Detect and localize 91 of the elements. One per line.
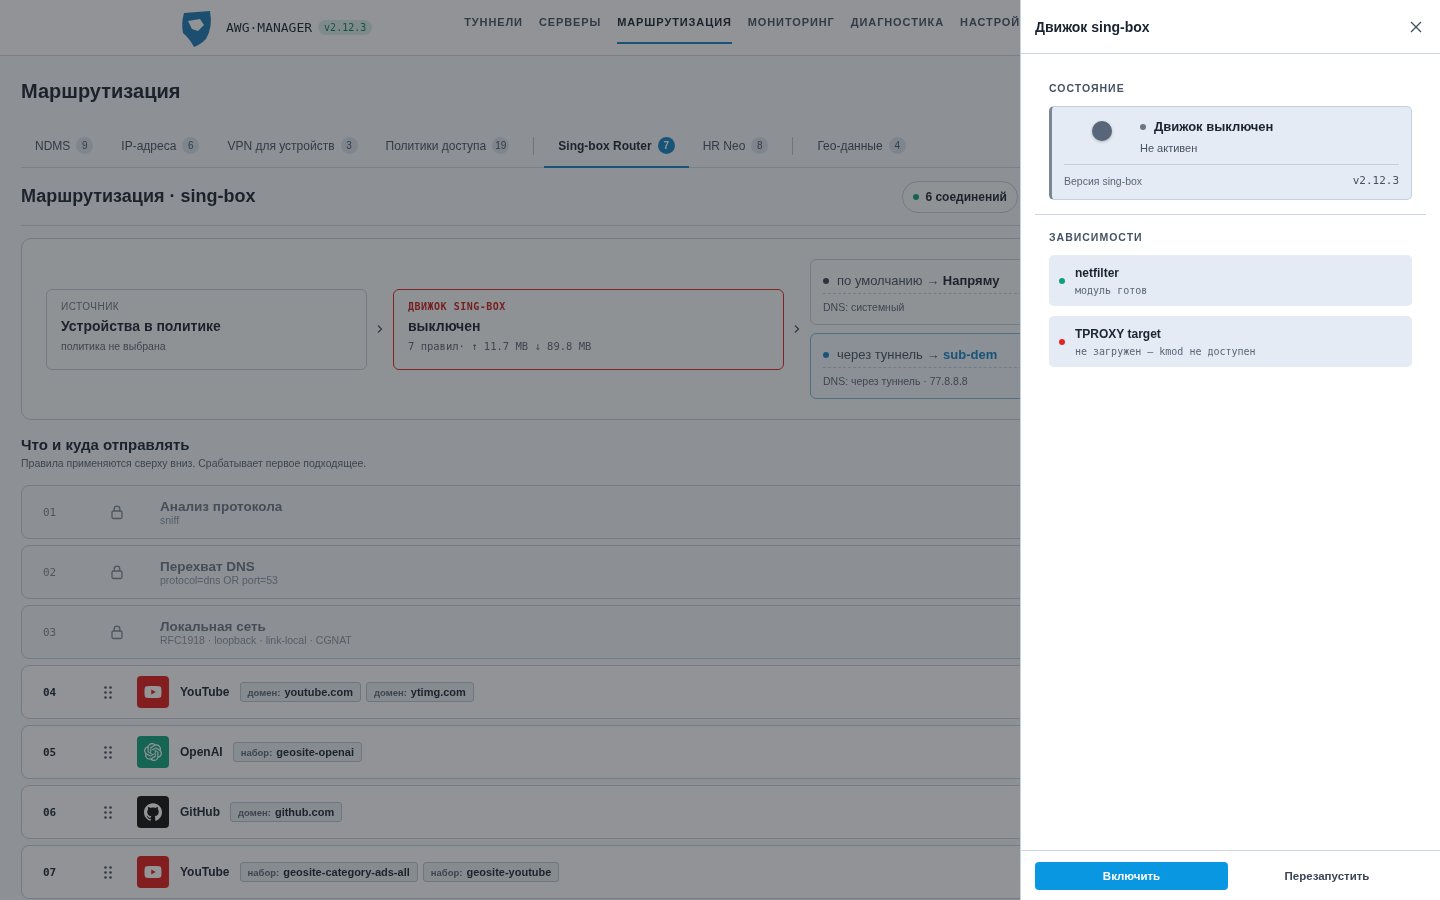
brand-name: AWG·MANAGER (226, 20, 313, 35)
card-note: политика не выбрана (61, 339, 167, 352)
card-stats: 7 правил· ↑ 11.7 MB ↓ 89.8 MB (408, 339, 593, 352)
lock-icon (109, 504, 125, 520)
rule-title: Локальная сеть (160, 618, 267, 634)
section-title: Маршрутизация · sing-box (21, 186, 256, 207)
route-dot (823, 351, 829, 358)
rule-row[interactable]: 06 GitHub домен: github.com (21, 785, 1020, 839)
tab[interactable]: NDMS 9 (21, 125, 108, 168)
nav-link[interactable]: ДИАГНОСТИКА (850, 0, 945, 44)
tab[interactable]: Sing-box Router 7 (544, 125, 689, 168)
count-badge: 3 (340, 137, 358, 154)
play-icon (137, 856, 169, 888)
service-name: GitHub (180, 805, 220, 819)
card-title: выключен (408, 317, 482, 334)
match-tag: домен: github.com (230, 802, 343, 822)
count-badge: 7 (657, 137, 675, 154)
version-value: v2.12.3 (1352, 174, 1399, 187)
section-heading: СОСТОЯНИЕ (1049, 82, 1126, 94)
nav-link[interactable]: НАСТРОЙ (960, 0, 1020, 44)
card-label: ИСТОЧНИК (61, 300, 121, 312)
page-title: Маршрутизация (21, 80, 182, 103)
status-title: Движок выключен (1154, 119, 1274, 134)
count-badge: 8 (751, 137, 769, 154)
rule-number: 07 (43, 865, 58, 879)
rules-title: Что и куда отправлять (21, 436, 191, 453)
tab[interactable]: HR Neo 8 (688, 125, 783, 168)
dns-note: DNS: через туннель · 77.8.8.8 (823, 375, 969, 387)
drag-handle-icon[interactable] (104, 805, 112, 819)
match-tag: набор: geosite-openai (232, 742, 362, 762)
card-label: ДВИЖОК SING-BOX (408, 300, 507, 312)
tab[interactable]: Гео-данные 4 (803, 125, 920, 168)
rule-title: Перехват DNS (160, 558, 256, 574)
service-name: YouTube (180, 685, 230, 699)
count-badge: 9 (76, 137, 94, 154)
rule-row[interactable]: 05 OpenAI набор: geosite-openai (21, 725, 1020, 779)
nav-link[interactable]: СЕРВЕРЫ (538, 0, 602, 44)
route-text: по умолчанию → Напряму (837, 273, 1000, 288)
count-badge: 6 (182, 137, 200, 154)
tab[interactable]: VPN для устройств 3 (213, 125, 372, 168)
section-heading: ЗАВИСИМОСТИ (1049, 231, 1144, 243)
rule-row[interactable]: 07 YouTube набор: geosite-category-ads-all набор: geosite-youtube (21, 845, 1020, 899)
rule-number: 01 (43, 505, 58, 519)
lock-icon (109, 624, 125, 640)
service-name: YouTube (180, 865, 230, 879)
count-badge: 4 (888, 137, 906, 154)
nav-link[interactable]: МОНИТОРИНГ (747, 0, 835, 44)
dependency-name: TPROXY target (1075, 326, 1162, 341)
version-badge: v2.12.3 (318, 20, 373, 35)
drawer-title: Движок sing-box (1035, 18, 1150, 35)
rule-number: 06 (43, 805, 58, 819)
rule-title: Анализ протокола (160, 498, 283, 514)
rule-number: 03 (43, 625, 58, 639)
rule-row[interactable]: 04 YouTube домен: youtube.com домен: ytimg.com (21, 665, 1020, 719)
rule-number: 02 (43, 565, 58, 579)
match-tag: набор: geosite-category-ads-all (239, 862, 418, 882)
nav-link[interactable]: ТУННЕЛИ (464, 0, 523, 44)
route-dot (823, 277, 829, 284)
rules-subtitle: Правила применяются сверху вниз. Срабатывает первое подходящее. (21, 457, 368, 469)
dependency-name: netfilter (1075, 265, 1120, 280)
drag-handle-icon[interactable] (104, 685, 112, 699)
version-label: Версия sing-box (1064, 174, 1143, 187)
drag-handle-icon[interactable] (104, 745, 112, 759)
status-subtitle: Не активен (1140, 142, 1199, 154)
rule-number: 05 (43, 745, 58, 759)
count-badge: 19 (492, 137, 510, 154)
match-tag: домен: ytimg.com (365, 682, 474, 702)
status-dot (913, 193, 920, 200)
card-title: Устройства в политике (61, 317, 222, 334)
cat-icon (137, 796, 169, 828)
nav-link[interactable]: МАРШРУТИЗАЦИЯ (617, 0, 732, 44)
connections-chip[interactable]: 6 соединений (902, 180, 1018, 213)
service-name: OpenAI (180, 745, 223, 759)
route-text: через туннель → sub-dem (837, 347, 998, 362)
chevron-right-icon (375, 324, 385, 334)
tab[interactable]: IP-адреса 6 (107, 125, 214, 168)
chevron-right-icon (792, 324, 802, 334)
enable-button[interactable]: Включить (1035, 861, 1228, 890)
dns-note: DNS: системный (823, 301, 906, 313)
dependency-detail: не загружен — kmod не доступен (1075, 345, 1256, 357)
restart-button[interactable]: Перезапустить (1228, 861, 1426, 890)
status-dot (1140, 123, 1146, 130)
tab[interactable]: Политики доступа 19 (371, 125, 524, 168)
rule-number: 04 (43, 685, 58, 699)
match-tag: набор: geosite-youtube (422, 862, 560, 882)
lock-icon (109, 564, 125, 580)
play-icon (137, 676, 169, 708)
drag-handle-icon[interactable] (104, 865, 112, 879)
dependency-detail: модуль готов (1075, 284, 1148, 296)
match-tag: домен: youtube.com (239, 682, 361, 702)
knot-icon (137, 736, 169, 768)
